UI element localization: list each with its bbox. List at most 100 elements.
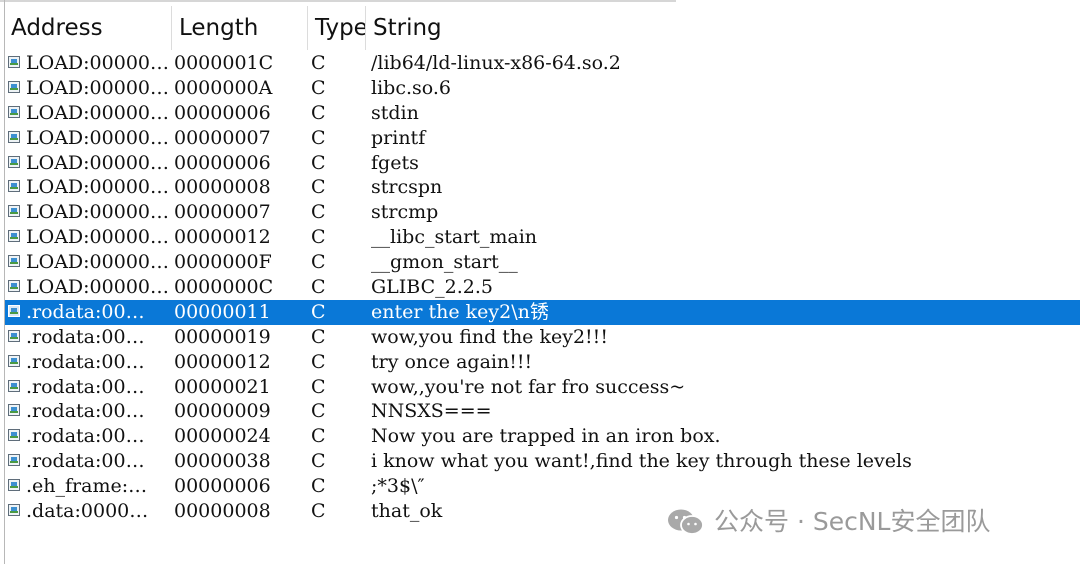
table-row[interactable]: .rodata:00… 00000024 C Now you are trapped …	[5, 424, 1080, 449]
cell-string: stdin	[371, 101, 419, 124]
cell-length: 00000007	[174, 201, 271, 224]
cell-address: .rodata:00…	[26, 350, 145, 373]
string-item-icon	[8, 329, 20, 342]
cell-address: LOAD:00000…	[26, 126, 168, 149]
string-item-icon	[8, 280, 20, 293]
cell-string: strcspn	[371, 176, 443, 199]
cell-address: LOAD:00000…	[26, 76, 168, 99]
column-header-address[interactable]: Address	[5, 2, 171, 48]
table-row[interactable]: LOAD:00000… 00000012 C __libc_start_main	[5, 225, 1080, 250]
cell-address: LOAD:00000…	[26, 251, 168, 274]
cell-string: wow,you find the key2!!!	[371, 325, 608, 348]
column-divider[interactable]	[307, 6, 308, 50]
cell-length: 00000008	[174, 176, 271, 199]
cell-length: 00000012	[174, 226, 271, 249]
cell-string: enter the key2\n锈	[371, 300, 549, 323]
cell-string: NNSXS===	[371, 400, 492, 423]
string-item-icon	[8, 230, 20, 243]
cell-address: .data:0000…	[26, 500, 149, 523]
column-header-type[interactable]: Type	[309, 2, 365, 48]
string-item-icon	[8, 404, 20, 417]
strings-table: LOAD:00000… 0000001C C/lib64/ld-linux-x86-…	[5, 51, 1080, 524]
cell-length: 00000011	[174, 300, 271, 323]
table-row[interactable]: .rodata:00… 00000009 C NNSXS===	[5, 399, 1080, 424]
cell-length: 00000012	[174, 350, 271, 373]
cell-length: 00000007	[174, 126, 271, 149]
table-row[interactable]: .rodata:00… 00000021 Cwow,,you're not far …	[5, 375, 1080, 400]
cell-string: strcmp	[371, 201, 439, 224]
cell-string: ;*3$\″	[371, 475, 425, 498]
table-row[interactable]: LOAD:00000… 00000006 Cfgets	[5, 151, 1080, 176]
cell-address: LOAD:00000…	[26, 101, 168, 124]
string-item-icon	[8, 454, 20, 467]
column-divider[interactable]	[365, 6, 366, 50]
string-item-icon	[8, 304, 20, 317]
column-header-string[interactable]: String	[367, 2, 1067, 48]
table-row[interactable]: .eh_frame:… 00000006 C ;*3$\″	[5, 474, 1080, 499]
cell-address: LOAD:00000…	[26, 226, 168, 249]
cell-address: LOAD:00000…	[26, 151, 168, 174]
cell-length: 0000000C	[174, 276, 274, 299]
cell-type: C	[311, 276, 326, 299]
wechat-icon	[668, 509, 704, 535]
cell-length: 00000021	[174, 375, 271, 398]
cell-address: .rodata:00…	[26, 300, 145, 323]
cell-type: C	[311, 500, 326, 523]
cell-address: .rodata:00…	[26, 425, 145, 448]
cell-length: 0000000F	[174, 251, 272, 274]
cell-string: __gmon_start__	[371, 251, 518, 274]
table-row[interactable]: .rodata:00… 00000011 Center the key2\n锈	[5, 299, 1080, 325]
column-divider[interactable]	[171, 6, 172, 50]
cell-string: printf	[371, 126, 426, 149]
cell-type: C	[311, 300, 326, 323]
column-header: Address Length Type String	[5, 2, 1080, 50]
cell-type: C	[311, 226, 326, 249]
string-item-icon	[8, 205, 20, 218]
table-row[interactable]: .rodata:00… 00000019 Cwow,you find the key…	[5, 325, 1080, 350]
cell-length: 00000024	[174, 425, 271, 448]
string-item-icon	[8, 255, 20, 268]
cell-type: C	[311, 176, 326, 199]
table-row[interactable]: LOAD:00000… 00000008 Cstrcspn	[5, 175, 1080, 200]
cell-address: .eh_frame:…	[26, 475, 148, 498]
cell-length: 00000008	[174, 500, 271, 523]
cell-type: C	[311, 52, 326, 74]
cell-address: LOAD:00000…	[26, 176, 168, 199]
table-row[interactable]: .rodata:00… 00000038 Ci know what you want…	[5, 449, 1080, 474]
cell-length: 0000001C	[174, 52, 274, 74]
table-row[interactable]: LOAD:00000… 0000000C C GLIBC_2.2.5	[5, 275, 1080, 300]
cell-type: C	[311, 251, 326, 274]
watermark-text: 公众号 · SecNL安全团队	[714, 507, 991, 536]
cell-address: LOAD:00000…	[26, 276, 168, 299]
cell-string: try once again!!!	[371, 350, 533, 373]
column-header-length[interactable]: Length	[173, 2, 307, 48]
table-row[interactable]: LOAD:00000… 0000000A Clibc.so.6	[5, 76, 1080, 101]
cell-type: C	[311, 101, 326, 124]
table-row[interactable]: LOAD:00000… 00000006 Cstdin	[5, 101, 1080, 126]
table-row[interactable]: .rodata:00… 00000012 Ctry once again!!!	[5, 350, 1080, 375]
table-row[interactable]: LOAD:00000… 00000007 Cprintf	[5, 126, 1080, 151]
cell-address: LOAD:00000…	[26, 52, 168, 74]
string-item-icon	[8, 504, 20, 517]
table-row[interactable]: LOAD:00000… 0000001C C/lib64/ld-linux-x86-…	[5, 51, 1080, 76]
cell-length: 00000006	[174, 101, 271, 124]
cell-address: .rodata:00…	[26, 375, 145, 398]
cell-address: LOAD:00000…	[26, 201, 168, 224]
cell-string: /lib64/ld-linux-x86-64.so.2	[371, 52, 621, 74]
cell-length: 00000006	[174, 151, 271, 174]
cell-type: C	[311, 425, 326, 448]
string-item-icon	[8, 155, 20, 168]
string-item-icon	[8, 180, 20, 193]
cell-type: C	[311, 475, 326, 498]
cell-string: GLIBC_2.2.5	[371, 276, 493, 299]
cell-string: wow,,you're not far fro success~	[371, 375, 686, 398]
cell-address: .rodata:00…	[26, 325, 145, 348]
cell-string: __libc_start_main	[371, 226, 538, 249]
table-row[interactable]: LOAD:00000… 00000007 Cstrcmp	[5, 200, 1080, 225]
string-item-icon	[8, 105, 20, 118]
cell-string: i know what you want!,find the key throu…	[371, 450, 912, 473]
cell-length: 00000019	[174, 325, 271, 348]
table-row[interactable]: LOAD:00000… 0000000F C __gmon_start__	[5, 250, 1080, 275]
cell-string: libc.so.6	[371, 76, 451, 99]
cell-type: C	[311, 400, 326, 423]
